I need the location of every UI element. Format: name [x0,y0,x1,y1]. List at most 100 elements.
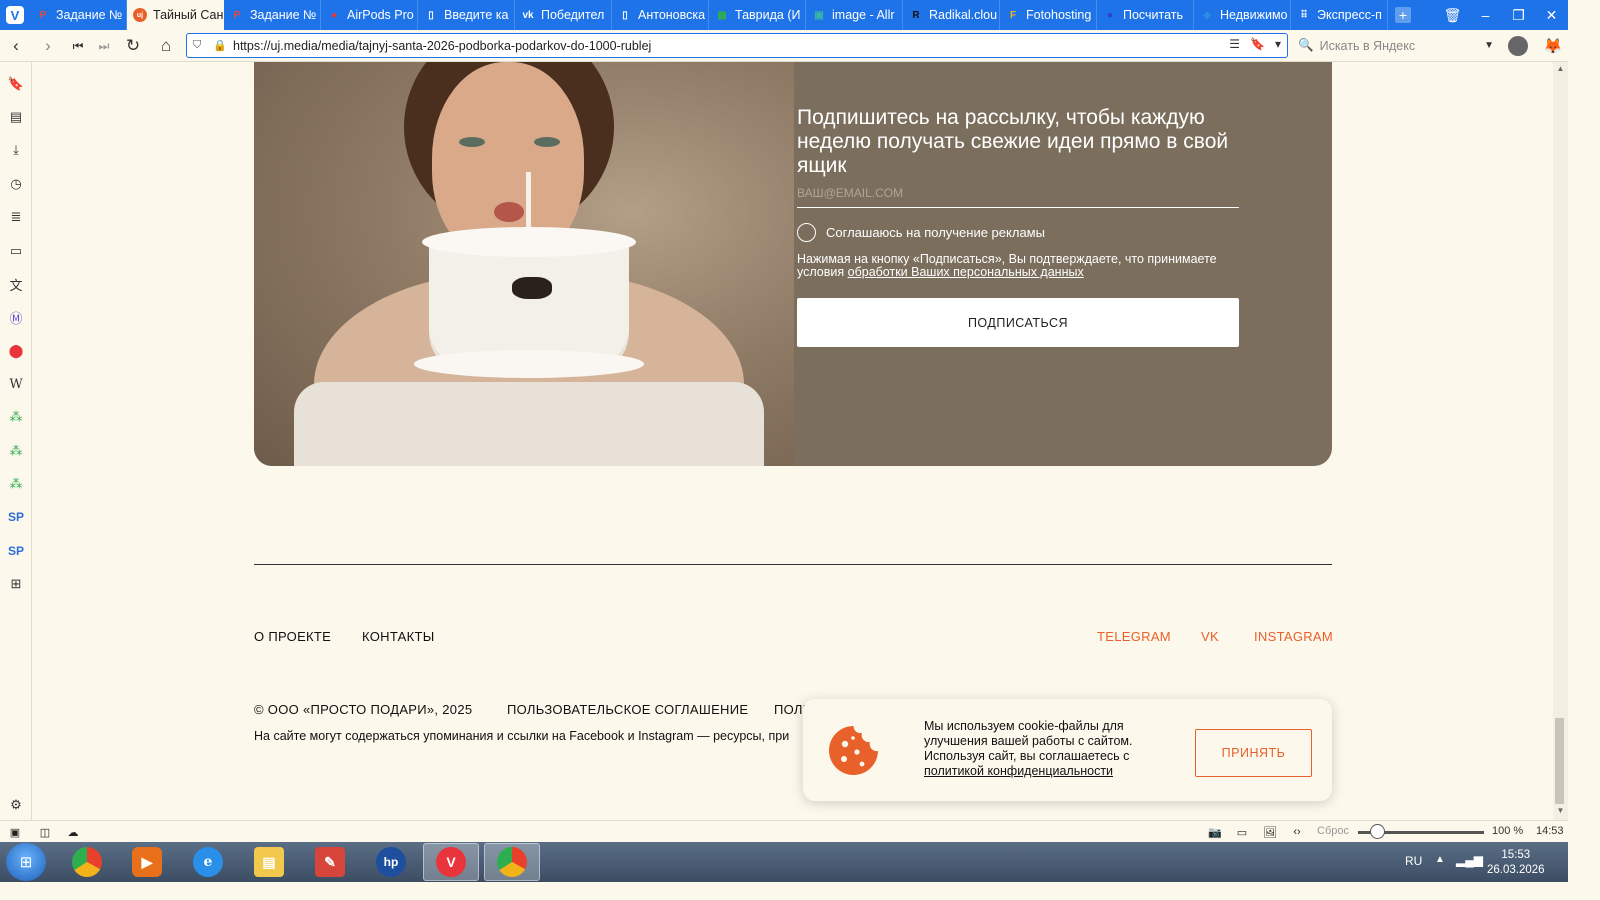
browser-tab[interactable]: P Задание № [30,0,127,30]
add-web-panel-icon[interactable]: ⊞ [5,573,27,595]
home-button[interactable]: ⌂ [154,34,178,58]
bookmark-icon[interactable]: 🔖 [1250,37,1265,51]
fast-forward-button[interactable]: ⏭ [92,34,116,58]
sp-icon[interactable]: SP [5,540,27,562]
taskbar-chrome-profile[interactable] [484,843,540,881]
tab-title: Задание № [56,8,123,22]
restore-button[interactable]: ❐ [1502,0,1535,30]
browser-tab[interactable]: ▦ Таврида (И [709,0,806,30]
footer-link-user-agreement[interactable]: ПОЛЬЗОВАТЕЛЬСКОЕ СОГЛАШЕНИЕ [507,702,748,717]
taskbar-internet-explorer[interactable]: e [180,843,236,881]
taskbar-file-explorer[interactable]: ▤ [241,843,297,881]
search-input[interactable]: 🔍 Искать в Яндекс ▼ [1298,33,1498,58]
taskbar-vivaldi[interactable]: V [423,843,479,881]
browser-tab[interactable]: ▣ image - Allr [806,0,903,30]
shield-icon[interactable]: ⛉ [193,39,207,52]
web-panel-icon[interactable]: ⁂ [5,473,27,495]
taskbar-hp[interactable]: hp [363,843,419,881]
notes-icon[interactable]: ≣ [5,206,27,228]
browser-tab[interactable]: P Задание № [224,0,321,30]
taskbar-paint[interactable]: ✎ [302,843,358,881]
accept-cookies-button[interactable]: ПРИНЯТЬ [1195,729,1312,777]
images-icon[interactable]: 🖼 [1261,824,1279,840]
vivaldi-menu-button[interactable]: V [0,0,30,30]
browser-tab[interactable]: ◆ Недвижимо [1194,0,1291,30]
history-icon[interactable]: ◷ [5,173,27,195]
circle-icon: ● [1106,9,1114,21]
window-panel-icon[interactable]: ▭ [5,240,27,262]
mastodon-icon[interactable]: Ⓜ [5,306,27,328]
sync-cloud-icon[interactable]: ☁ [64,824,82,840]
lock-icon[interactable]: 🔒 [213,39,227,52]
reading-list-icon[interactable]: ▤ [5,106,27,128]
zoom-reset-button[interactable]: Сброс [1317,825,1349,837]
browser-tab[interactable]: F Fotohosting [1000,0,1097,30]
reader-view-icon[interactable]: ☰ [1229,37,1240,51]
page-scrollbar[interactable]: ▲ ▼ [1553,62,1568,820]
settings-gear-icon[interactable]: ⚙ [5,794,27,816]
p-icon: P [233,9,241,21]
back-button[interactable]: ‹ [4,34,28,58]
start-button[interactable]: ⊞ [6,843,46,881]
browser-tab[interactable]: ▯ Введите ка [418,0,515,30]
vivaldi-icon[interactable]: ⬤ [5,340,27,362]
browser-tab[interactable]: R Radikal.clou [903,0,1000,30]
web-panel-icon[interactable]: ⁂ [5,406,27,428]
radio-icon[interactable] [797,222,816,242]
rewind-button[interactable]: ⏮ [66,34,90,58]
capture-camera-icon[interactable]: 📷 [1206,824,1224,840]
footer-link-telegram[interactable]: TELEGRAM [1097,629,1171,644]
taskbar-media-player[interactable]: ▶ [119,843,175,881]
scroll-down-icon[interactable]: ▼ [1553,806,1568,815]
system-clock[interactable]: 15:53 26.03.2026 [1487,848,1545,878]
sp-icon[interactable]: SP [5,506,27,528]
window-icon[interactable]: ▭ [1233,824,1251,840]
terms-notice: Нажимая на кнопку «Подписаться», Вы подт… [797,253,1237,279]
browser-tab[interactable]: uj Тайный Сан [127,0,224,30]
new-tab-button[interactable]: + [1388,0,1418,30]
footer-link-about[interactable]: О ПРОЕКТЕ [254,629,331,644]
browser-status-bar: ▣ ◫ ☁ 📷 ▭ 🖼 ‹› Сброс 100 % 14:53 [0,820,1568,842]
tab-title: Антоновска [638,8,706,22]
profile-avatar-icon[interactable] [1508,36,1528,56]
web-panel-icon[interactable]: ⁂ [5,440,27,462]
taskbar-chrome[interactable] [59,843,115,881]
fox-extension-icon[interactable]: 🦊 [1543,36,1563,56]
scroll-up-icon[interactable]: ▲ [1553,64,1568,73]
subscribe-button[interactable]: ПОДПИСАТЬСЯ [797,298,1239,347]
tray-expand-icon[interactable]: ▲ [1435,854,1445,865]
personal-data-link[interactable]: обработки Ваших персональных данных [848,265,1084,279]
url-field[interactable]: ⛉ 🔒 https://uj.media/media/tajnyj-santa-… [186,33,1288,58]
email-field[interactable]: ВАШ@EMAIL.COM [797,183,1239,208]
translate-icon[interactable]: 文 [5,273,27,295]
chevron-down-icon[interactable]: ▼ [1484,40,1494,51]
zoom-slider-handle[interactable] [1369,824,1385,839]
minimize-button[interactable]: – [1469,0,1502,30]
browser-tab[interactable]: ● Посчитать [1097,0,1194,30]
network-signal-icon[interactable]: ▂▄▆ [1456,853,1483,867]
reload-button[interactable]: ↻ [121,34,145,58]
search-placeholder: Искать в Яндекс [1319,38,1416,53]
plus-icon: + [1395,7,1411,23]
page-actions-icon[interactable]: ‹› [1288,824,1306,840]
bookmarks-icon[interactable]: 🔖 [5,73,27,95]
wikipedia-icon[interactable]: W [5,373,27,395]
chevron-down-icon[interactable]: ▾ [1275,37,1281,51]
tile-tabs-icon[interactable]: ◫ [36,824,54,840]
browser-tab[interactable]: vk Победител [515,0,612,30]
panel-toggle-icon[interactable]: ▣ [6,824,24,840]
privacy-policy-link[interactable]: политикой конфиденциальности [924,764,1113,778]
footer-link-contacts[interactable]: КОНТАКТЫ [362,629,435,644]
scrollbar-thumb[interactable] [1555,718,1564,804]
close-button[interactable]: ✕ [1535,0,1568,30]
footer-link-vk[interactable]: VK [1201,629,1219,644]
forward-button[interactable]: › [36,34,60,58]
browser-tab[interactable]: ● AirPods Pro [321,0,418,30]
downloads-icon[interactable]: ⤓ [5,139,27,161]
browser-tab[interactable]: ▯ Антоновска [612,0,709,30]
ad-consent-checkbox[interactable]: Соглашаюсь на получение рекламы [797,222,1045,242]
browser-tab[interactable]: ⠿ Экспресс-п [1291,0,1388,30]
trash-icon[interactable]: 🗑 [1436,0,1469,30]
footer-link-instagram[interactable]: INSTAGRAM [1254,629,1333,644]
language-indicator[interactable]: RU [1405,854,1422,868]
